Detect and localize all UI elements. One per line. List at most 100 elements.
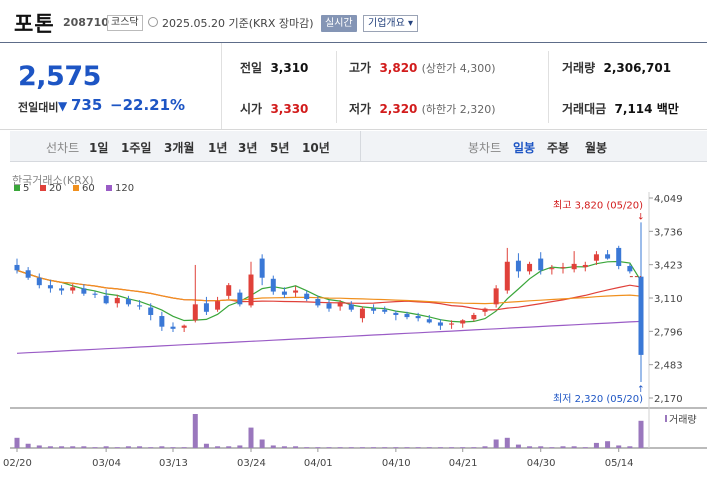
legend-swatch	[73, 185, 79, 191]
volume-bar	[560, 446, 566, 448]
price-box: 2,575 전일대비 ▼ 735 −22.21%	[0, 43, 222, 129]
stock-chart: 한국거래소(KRX) 5 20 60 120 4,049 3,736 3,423 3,110…	[0, 168, 707, 482]
volume-bar	[25, 443, 31, 448]
volume-bar	[259, 439, 265, 448]
stock-header: 포톤 208710 코스닥 2025.05.20 기준(KRX 장마감) 실시간…	[0, 0, 707, 40]
stock-code: 208710	[63, 16, 109, 29]
volume-bar	[616, 445, 622, 448]
volume-bar	[293, 446, 299, 448]
tab-1y[interactable]: 1년	[208, 139, 227, 156]
candle-body	[504, 261, 510, 291]
volume-bar	[426, 447, 432, 448]
prev-close: 전일 3,310	[240, 61, 309, 75]
candle-body	[326, 303, 332, 309]
volume-bar	[482, 446, 488, 448]
volume-bar	[70, 446, 76, 448]
tab-5y[interactable]: 5년	[270, 139, 289, 156]
x-tick-label: 04/01	[304, 458, 333, 469]
candle-body	[203, 303, 209, 312]
tab-3m[interactable]: 3개월	[164, 139, 194, 156]
x-tick-label: 03/04	[92, 458, 121, 469]
x-tick-label: 04/30	[527, 458, 556, 469]
volume-bar	[471, 447, 477, 448]
volume-bar	[137, 446, 143, 448]
volume-label: 거래량	[669, 414, 697, 426]
corp-info-dropdown[interactable]: 기업개요 ▾	[363, 15, 418, 32]
candle-body	[248, 274, 254, 306]
volume-legend-swatch	[665, 415, 667, 422]
y-tick-label: 3,110	[654, 294, 683, 305]
market-badge: 코스닥	[107, 15, 143, 31]
volume-bar	[81, 446, 87, 448]
tab-1w[interactable]: 1주일	[121, 139, 151, 156]
candle-body	[359, 308, 365, 319]
candle-body	[616, 247, 622, 267]
quote-date: 2025.05.20 기준(KRX 장마감)	[162, 17, 314, 30]
volume-bar	[549, 447, 555, 448]
volume-bar	[270, 445, 276, 448]
candle-body	[36, 277, 42, 286]
legend-swatch	[14, 185, 20, 191]
tab-3y[interactable]: 3년	[238, 139, 257, 156]
candle-body	[304, 293, 310, 300]
legend-label: 120	[115, 183, 134, 194]
y-tick-label: 2,483	[654, 361, 683, 372]
volume-bar	[627, 446, 633, 448]
volume-bar	[404, 447, 410, 448]
volume-bar	[638, 420, 644, 448]
candle-body	[47, 285, 53, 289]
tab-10y[interactable]: 10년	[302, 139, 330, 156]
candle-body	[471, 314, 477, 320]
candle-body	[348, 304, 354, 310]
y-tick-label: 3,423	[654, 261, 683, 272]
volume-bar	[326, 447, 332, 448]
volume-bar	[114, 447, 120, 448]
candle-body	[460, 320, 466, 324]
volume-bar	[203, 443, 209, 448]
volume-bar	[248, 427, 254, 448]
candle-body	[159, 316, 165, 327]
candle-body	[259, 258, 265, 278]
volume-bar	[538, 446, 544, 448]
volume-bar	[59, 446, 65, 448]
volume-bar	[348, 447, 354, 448]
candle-body	[371, 308, 377, 311]
volume-bar	[382, 447, 388, 448]
volume-bar	[371, 447, 377, 448]
x-tick-label: 04/10	[382, 458, 411, 469]
volume-bar	[103, 446, 109, 448]
volume-bar	[281, 446, 287, 448]
candle-body	[638, 276, 644, 355]
x-axis-ticks: 02/20 03/04 03/13 03/24 04/01 04/10 04/21 04/30…	[3, 448, 634, 469]
tab-1d[interactable]: 1일	[89, 139, 108, 156]
ma-line-60	[16, 269, 642, 305]
volume: 거래량 2,306,701	[562, 61, 672, 75]
candle-body	[14, 264, 20, 271]
candle-body	[70, 287, 76, 291]
quote-panel: 2,575 전일대비 ▼ 735 −22.21% 전일 3,310 시가 3,3…	[0, 42, 707, 130]
volume-bars	[14, 414, 644, 448]
legend-swatch	[106, 185, 112, 191]
volume-bar	[437, 447, 443, 448]
volume-bar	[192, 414, 198, 448]
candle-body	[181, 325, 187, 328]
candle-body	[593, 254, 599, 261]
low-price: 저가 2,320 (하한가 2,320)	[349, 102, 496, 116]
volume-bar	[359, 447, 365, 448]
change-percent: −22.21%	[110, 96, 186, 114]
realtime-button[interactable]: 실시간	[321, 15, 357, 32]
tab-monthly[interactable]: 월봉	[585, 139, 607, 156]
tab-weekly[interactable]: 주봉	[547, 139, 569, 156]
ma-line-5	[16, 260, 642, 323]
candle-body	[226, 285, 232, 296]
y-tick-label: 2,796	[654, 327, 683, 338]
volume-bar	[36, 445, 42, 448]
candle-body	[382, 309, 388, 312]
volume-bar	[92, 447, 98, 448]
volume-bar	[605, 441, 611, 448]
down-arrow-icon: ▼	[58, 99, 68, 113]
y-axis-ticks: 4,049 3,736 3,423 3,110 2,796 2,483 2,170	[649, 194, 683, 405]
x-tick-label: 03/24	[237, 458, 266, 469]
volume-bar	[415, 447, 421, 448]
tab-daily[interactable]: 일봉	[513, 139, 535, 156]
